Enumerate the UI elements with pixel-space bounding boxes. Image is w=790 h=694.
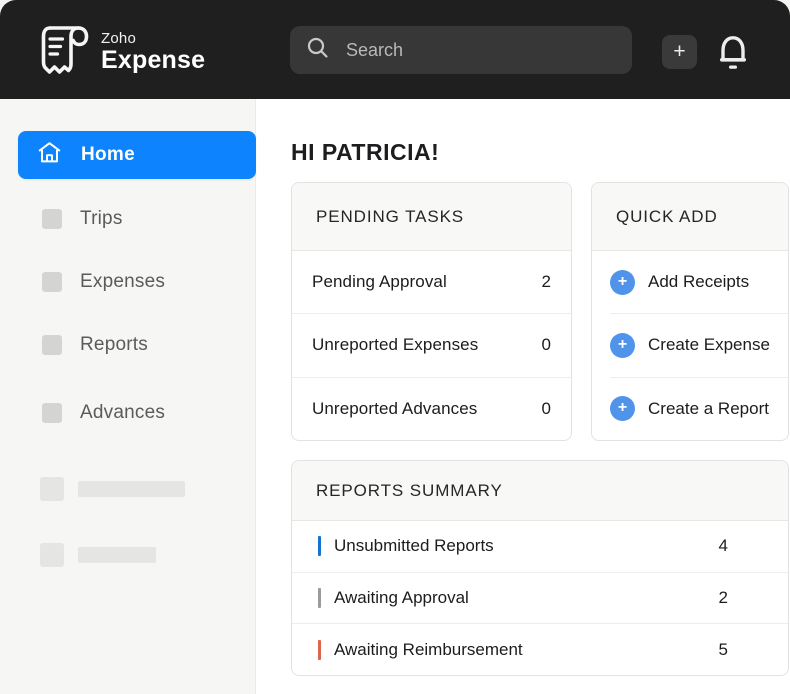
quick-add-title: QUICK ADD bbox=[592, 183, 788, 251]
sidebar: Home Trips Expenses Reports Advances bbox=[0, 99, 256, 694]
trips-placeholder-icon bbox=[42, 209, 62, 229]
greeting-heading: HI PATRICIA! bbox=[291, 139, 439, 166]
receipt-logo-icon bbox=[34, 20, 92, 85]
sidebar-item-label: Advances bbox=[80, 402, 165, 424]
unsubmitted-reports-row[interactable]: Unsubmitted Reports 4 bbox=[292, 521, 788, 572]
sidebar-item-home[interactable]: Home bbox=[18, 131, 256, 179]
plus-circle-icon: + bbox=[610, 270, 635, 295]
row-label: Unreported Advances bbox=[312, 399, 477, 419]
pending-tasks-card: PENDING TASKS Pending Approval 2 Unrepor… bbox=[291, 182, 572, 441]
sidebar-item-label: Reports bbox=[80, 334, 148, 356]
reports-summary-card: REPORTS SUMMARY Unsubmitted Reports 4 Aw… bbox=[291, 460, 789, 676]
sidebar-skeleton-item bbox=[40, 477, 185, 501]
skeleton-bar bbox=[78, 481, 185, 497]
sidebar-item-trips[interactable]: Trips bbox=[18, 195, 256, 243]
row-label: Unreported Expenses bbox=[312, 335, 478, 355]
advances-placeholder-icon bbox=[42, 403, 62, 423]
row-label: Awaiting Approval bbox=[334, 588, 469, 608]
sidebar-skeleton-item bbox=[40, 543, 156, 567]
unreported-advances-row[interactable]: Unreported Advances 0 bbox=[292, 377, 571, 440]
row-value: 0 bbox=[542, 399, 551, 419]
reports-placeholder-icon bbox=[42, 335, 62, 355]
search-input[interactable] bbox=[346, 40, 586, 61]
action-label: Create Expense bbox=[648, 335, 770, 355]
pending-tasks-title: PENDING TASKS bbox=[292, 183, 571, 251]
awaiting-approval-row[interactable]: Awaiting Approval 2 bbox=[292, 572, 788, 624]
create-report-action[interactable]: + Create a Report bbox=[610, 377, 788, 440]
sidebar-item-advances[interactable]: Advances bbox=[18, 389, 256, 437]
status-color-bar bbox=[318, 536, 321, 556]
pending-approval-row[interactable]: Pending Approval 2 bbox=[292, 251, 571, 313]
skeleton-bar bbox=[78, 547, 156, 563]
sidebar-item-label: Home bbox=[81, 144, 135, 166]
quick-add-card: QUICK ADD + Add Receipts + Create Expens… bbox=[591, 182, 789, 441]
plus-circle-icon: + bbox=[610, 333, 635, 358]
row-value: 0 bbox=[542, 335, 551, 355]
quick-add-rows: + Add Receipts + Create Expense + Create… bbox=[592, 251, 788, 440]
main-content: HI PATRICIA! PENDING TASKS Pending Appro… bbox=[257, 99, 790, 694]
notifications-bell-icon[interactable] bbox=[714, 31, 752, 73]
skeleton-icon bbox=[40, 477, 64, 501]
add-receipts-action[interactable]: + Add Receipts bbox=[592, 251, 788, 313]
action-label: Add Receipts bbox=[648, 272, 749, 292]
row-value: 2 bbox=[542, 272, 551, 292]
action-label: Create a Report bbox=[648, 399, 769, 419]
status-color-bar bbox=[318, 640, 321, 660]
search-icon bbox=[306, 36, 330, 65]
sidebar-item-label: Trips bbox=[80, 208, 123, 230]
sidebar-item-reports[interactable]: Reports bbox=[18, 321, 256, 369]
row-label: Awaiting Reimbursement bbox=[334, 640, 523, 660]
home-icon bbox=[36, 140, 63, 170]
plus-circle-icon: + bbox=[610, 396, 635, 421]
row-label: Unsubmitted Reports bbox=[334, 536, 494, 556]
app-window: Zoho Expense + bbox=[0, 0, 790, 694]
awaiting-reimbursement-row[interactable]: Awaiting Reimbursement 5 bbox=[292, 623, 788, 675]
create-expense-action[interactable]: + Create Expense bbox=[610, 313, 788, 376]
row-label: Pending Approval bbox=[312, 272, 447, 292]
page: Zoho Expense + bbox=[0, 0, 790, 694]
reports-summary-title: REPORTS SUMMARY bbox=[292, 461, 788, 521]
brand-product-label: Expense bbox=[101, 47, 205, 74]
brand-text: Zoho Expense bbox=[101, 31, 205, 74]
row-value: 5 bbox=[719, 640, 728, 660]
quick-create-button[interactable]: + bbox=[662, 35, 697, 69]
sidebar-item-expenses[interactable]: Expenses bbox=[18, 258, 256, 306]
pending-tasks-rows: Pending Approval 2 Unreported Expenses 0… bbox=[292, 251, 571, 440]
expenses-placeholder-icon bbox=[42, 272, 62, 292]
status-color-bar bbox=[318, 588, 321, 608]
brand-logo: Zoho Expense bbox=[34, 20, 205, 85]
row-value: 4 bbox=[719, 536, 728, 556]
search-box[interactable] bbox=[290, 26, 632, 74]
skeleton-icon bbox=[40, 543, 64, 567]
top-bar: Zoho Expense + bbox=[0, 0, 790, 99]
reports-summary-rows: Unsubmitted Reports 4 Awaiting Approval … bbox=[292, 521, 788, 675]
row-value: 2 bbox=[719, 588, 728, 608]
unreported-expenses-row[interactable]: Unreported Expenses 0 bbox=[292, 313, 571, 376]
brand-zoho-label: Zoho bbox=[101, 31, 205, 47]
sidebar-item-label: Expenses bbox=[80, 271, 165, 293]
